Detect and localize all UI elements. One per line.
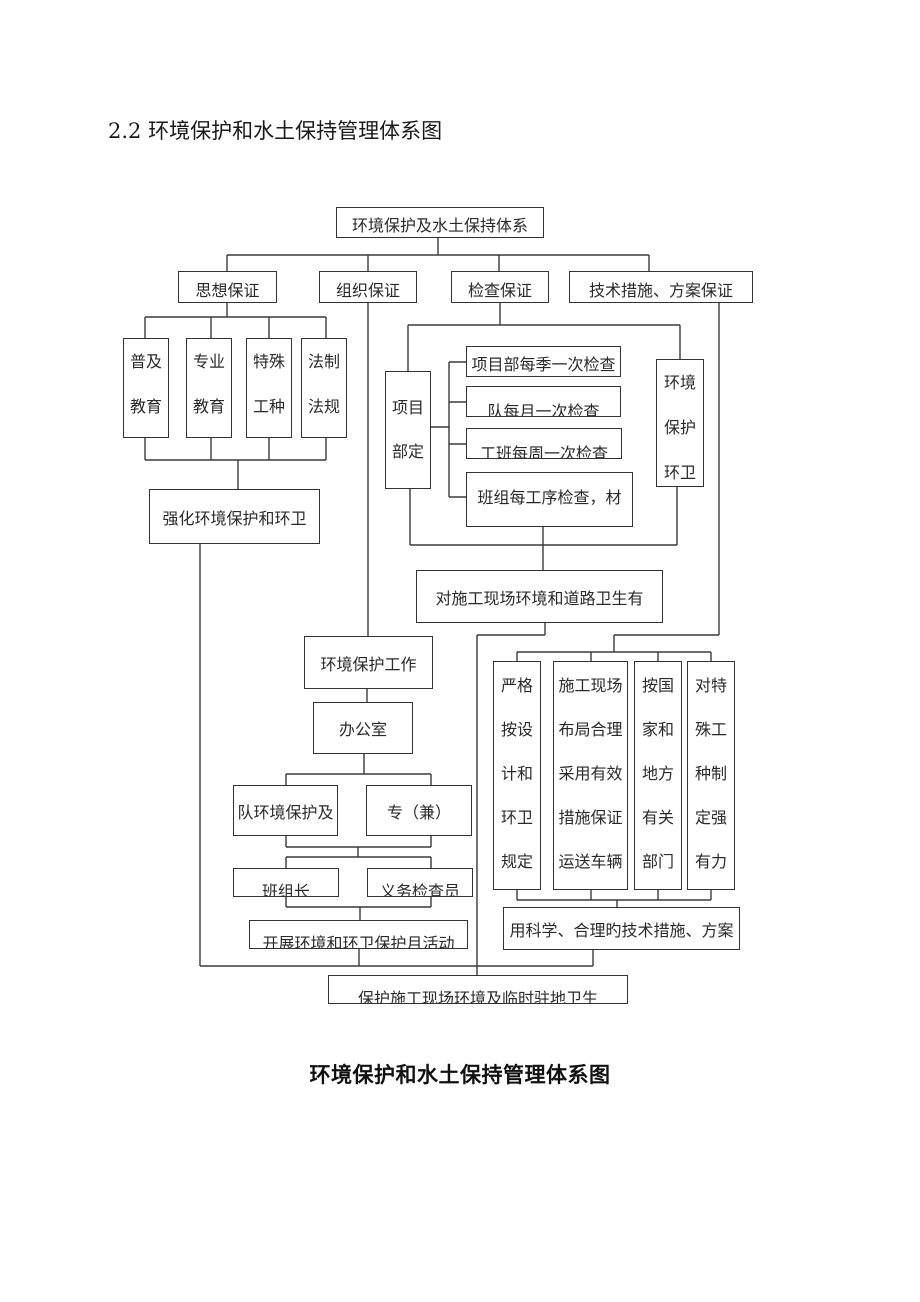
node-line: 普及 bbox=[129, 352, 162, 371]
node-line: 严格 bbox=[500, 676, 533, 695]
node-line: 环卫 bbox=[663, 463, 696, 482]
node-line: 按国 bbox=[641, 676, 674, 695]
fulltime-parttime-node: 专（兼） bbox=[366, 785, 472, 836]
node-label: 专（兼） bbox=[386, 802, 451, 822]
node-line: 地方 bbox=[641, 764, 674, 783]
node-line: 教育 bbox=[192, 397, 225, 416]
connector-lines bbox=[144, 237, 720, 975]
node-label: 技术措施、方案保证 bbox=[588, 281, 733, 300]
node-line: 殊工 bbox=[694, 720, 727, 739]
per-process-inspection-node: 班组每工序检查，材 bbox=[466, 472, 633, 527]
team-leader-node: 班组长 bbox=[233, 868, 339, 897]
tech-node-design-standards: 严格 按设 计和 环卫 规定 bbox=[493, 661, 541, 890]
node-line: 法制 bbox=[307, 352, 340, 371]
root-node: 环境保护及水土保持体系 bbox=[336, 207, 544, 238]
env-sanitation-node: 环境 保护 环卫 bbox=[656, 359, 704, 487]
node-label: 队环境保护及 bbox=[237, 802, 334, 822]
education-node-regulations: 法制 法规 bbox=[301, 338, 347, 438]
node-label: 组织保证 bbox=[335, 281, 400, 300]
node-label: 保护施工现场环境及临时驻地卫生 bbox=[357, 989, 598, 1004]
thought-guarantee-node: 思想保证 bbox=[178, 271, 277, 303]
node-line: 环卫 bbox=[500, 808, 533, 827]
technical-result-node: 用科学、合理旳技术措施、方案 bbox=[503, 907, 740, 950]
node-line: 部定 bbox=[391, 442, 424, 461]
node-line: 布局合理 bbox=[558, 720, 623, 739]
monthly-inspection-node: 队每月一次检查 bbox=[466, 386, 621, 417]
node-label: 办公室 bbox=[338, 720, 387, 739]
volunteer-inspector-node: 义务检查员 bbox=[367, 868, 473, 897]
weekly-inspection-node: 工班每周一次检查 bbox=[466, 428, 622, 459]
node-label: 工班每周一次检查 bbox=[479, 444, 608, 459]
node-line: 运送车辆 bbox=[558, 852, 623, 871]
node-line: 特殊 bbox=[252, 352, 285, 371]
tech-node-national-local: 按国 家和 地方 有关 部门 bbox=[634, 661, 682, 890]
office-top-node: 环境保护工作 bbox=[304, 636, 433, 689]
node-line: 家和 bbox=[641, 720, 674, 739]
education-node-special-trades: 特殊 工种 bbox=[246, 338, 292, 438]
node-line: 定强 bbox=[694, 808, 727, 827]
node-line: 工种 bbox=[252, 397, 285, 416]
technical-guarantee-node: 技术措施、方案保证 bbox=[569, 271, 753, 303]
node-line: 法规 bbox=[307, 397, 340, 416]
node-label: 班组长 bbox=[261, 882, 310, 897]
node-line: 有关 bbox=[641, 808, 674, 827]
inspection-result-node: 对施工现场环境和道路卫生有 bbox=[416, 570, 663, 623]
node-label: 环境保护工作 bbox=[320, 654, 417, 674]
node-label: 项目部每季一次检查 bbox=[471, 355, 616, 374]
node-line: 种制 bbox=[694, 764, 727, 783]
node-line: 对特 bbox=[694, 676, 727, 695]
office-node: 办公室 bbox=[313, 702, 413, 754]
node-line: 按设 bbox=[500, 720, 533, 739]
final-goal-node: 保护施工现场环境及临时驻地卫生 bbox=[328, 975, 628, 1004]
root-node-label: 环境保护及水土保持体系 bbox=[351, 216, 528, 235]
node-line: 规定 bbox=[500, 852, 533, 871]
node-line: 采用有效 bbox=[558, 764, 623, 783]
node-label: 检查保证 bbox=[467, 281, 532, 300]
node-label: 开展环境和环卫保护月活动 bbox=[262, 934, 455, 949]
education-node-general: 普及 教育 bbox=[123, 338, 169, 438]
node-line: 计和 bbox=[500, 764, 533, 783]
thought-result-node: 强化环境保护和环卫 bbox=[149, 489, 320, 544]
project-dept-node: 项目 部定 bbox=[385, 371, 431, 489]
node-line: 施工现场 bbox=[558, 676, 623, 695]
node-label: 义务检查员 bbox=[379, 882, 460, 897]
inspection-guarantee-node: 检查保证 bbox=[451, 271, 549, 303]
node-label: 班组每工序检查，材 bbox=[477, 487, 622, 507]
protection-month-activity-node: 开展环境和环卫保护月活动 bbox=[249, 920, 468, 949]
node-line: 部门 bbox=[641, 852, 674, 871]
node-line: 专业 bbox=[192, 352, 225, 371]
node-label: 强化环境保护和环卫 bbox=[162, 508, 307, 528]
node-line: 保护 bbox=[663, 418, 696, 437]
node-line: 有力 bbox=[694, 852, 727, 871]
figure-caption: 环境保护和水土保持管理体系图 bbox=[309, 1062, 611, 1087]
tech-node-special-trades: 对特 殊工 种制 定强 有力 bbox=[687, 661, 735, 890]
node-line: 措施保证 bbox=[558, 808, 623, 827]
node-label: 用科学、合理旳技术措施、方案 bbox=[509, 920, 734, 940]
node-label: 思想保证 bbox=[195, 281, 260, 300]
node-label: 队每月一次检查 bbox=[487, 402, 600, 417]
organization-guarantee-node: 组织保证 bbox=[319, 271, 417, 303]
node-line: 项目 bbox=[391, 398, 424, 417]
team-env-staff-node: 队环境保护及 bbox=[233, 785, 338, 836]
node-label: 对施工现场环境和道路卫生有 bbox=[435, 588, 644, 608]
education-node-professional: 专业 教育 bbox=[186, 338, 232, 438]
quarterly-inspection-node: 项目部每季一次检查 bbox=[466, 346, 621, 377]
tech-node-site-layout: 施工现场 布局合理 采用有效 措施保证 运送车辆 bbox=[553, 661, 628, 890]
node-line: 教育 bbox=[129, 397, 162, 416]
node-line: 环境 bbox=[663, 373, 696, 392]
